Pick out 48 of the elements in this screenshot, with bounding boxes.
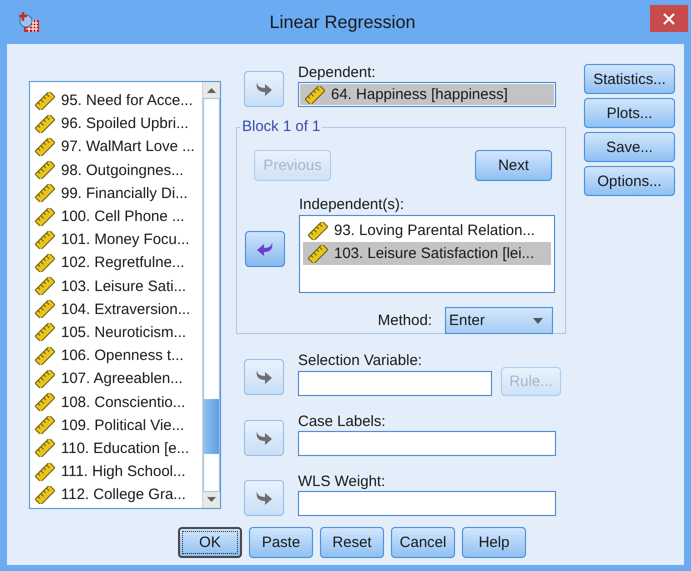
field-label: Method: (378, 312, 432, 330)
dialog-button[interactable]: Paste (249, 527, 313, 558)
field-label: WLS Weight: (298, 473, 386, 491)
list-item[interactable]: 101. Money Focu... (30, 228, 202, 252)
list-item[interactable]: 96. Spoiled Upbri... (30, 112, 202, 136)
input-field[interactable] (298, 431, 556, 456)
list-item[interactable]: 103. Leisure Satisfaction [lei... (303, 242, 551, 266)
dialog-button[interactable]: Plots... (584, 98, 675, 128)
field-label: Dependent: (298, 64, 377, 82)
list-item[interactable]: 93. Loving Parental Relation... (303, 219, 551, 242)
list-item[interactable]: 107. Agreeablen... (30, 367, 202, 390)
list-item[interactable]: 98. Outgoingnes... (30, 158, 202, 182)
dialog-button[interactable]: Cancel (391, 527, 455, 558)
dialog-button[interactable]: Save... (584, 132, 675, 162)
method-dropdown[interactable]: Enter (445, 307, 553, 334)
arrow-button[interactable] (245, 231, 285, 267)
input-field[interactable] (298, 491, 556, 516)
dialog-button[interactable]: Reset (320, 527, 384, 558)
dialog-button[interactable]: Options... (584, 166, 675, 196)
dialog-button[interactable]: Help (462, 527, 526, 558)
list-item[interactable]: 109. Political Vie... (30, 414, 202, 437)
list-item[interactable]: 105. Neuroticism... (30, 320, 202, 344)
list-item[interactable]: 99. Financially Di... (30, 182, 202, 205)
field-label: Case Labels: (298, 413, 387, 431)
field-label: Independent(s): (299, 196, 406, 214)
list-item[interactable]: 100. Cell Phone ... (30, 204, 202, 228)
dropdown-caret-icon (532, 316, 544, 324)
list-item[interactable]: 104. Extraversion... (30, 298, 202, 321)
list-item[interactable]: 95. Need for Acce... (30, 89, 202, 112)
next-button[interactable]: Next (475, 150, 552, 181)
list-item[interactable]: 111. High School... (30, 460, 202, 484)
close-icon (663, 12, 675, 24)
list-item[interactable]: 108. Conscientio... (30, 390, 202, 414)
dialog-button[interactable]: Statistics... (584, 64, 675, 94)
list-item[interactable]: 97. WalMart Love ... (30, 135, 202, 159)
window-title: Linear Regression (268, 12, 417, 32)
dialog-button[interactable]: OK (178, 527, 242, 558)
scrollbar[interactable] (202, 82, 220, 508)
input-field[interactable] (298, 370, 492, 396)
list-item[interactable]: 106. Openness t... (30, 344, 202, 368)
list-item[interactable]: 112. College Gra... (30, 483, 202, 506)
field-label: Selection Variable: (298, 352, 423, 370)
scroll-thumb[interactable] (204, 399, 219, 454)
list-item[interactable]: 103. Leisure Sati... (30, 274, 202, 298)
app-icon (17, 11, 41, 33)
list-item[interactable]: 110. Education [e... (30, 436, 202, 460)
list-item[interactable]: 102. Regretfulne... (30, 251, 202, 274)
close-button[interactable] (650, 5, 688, 32)
